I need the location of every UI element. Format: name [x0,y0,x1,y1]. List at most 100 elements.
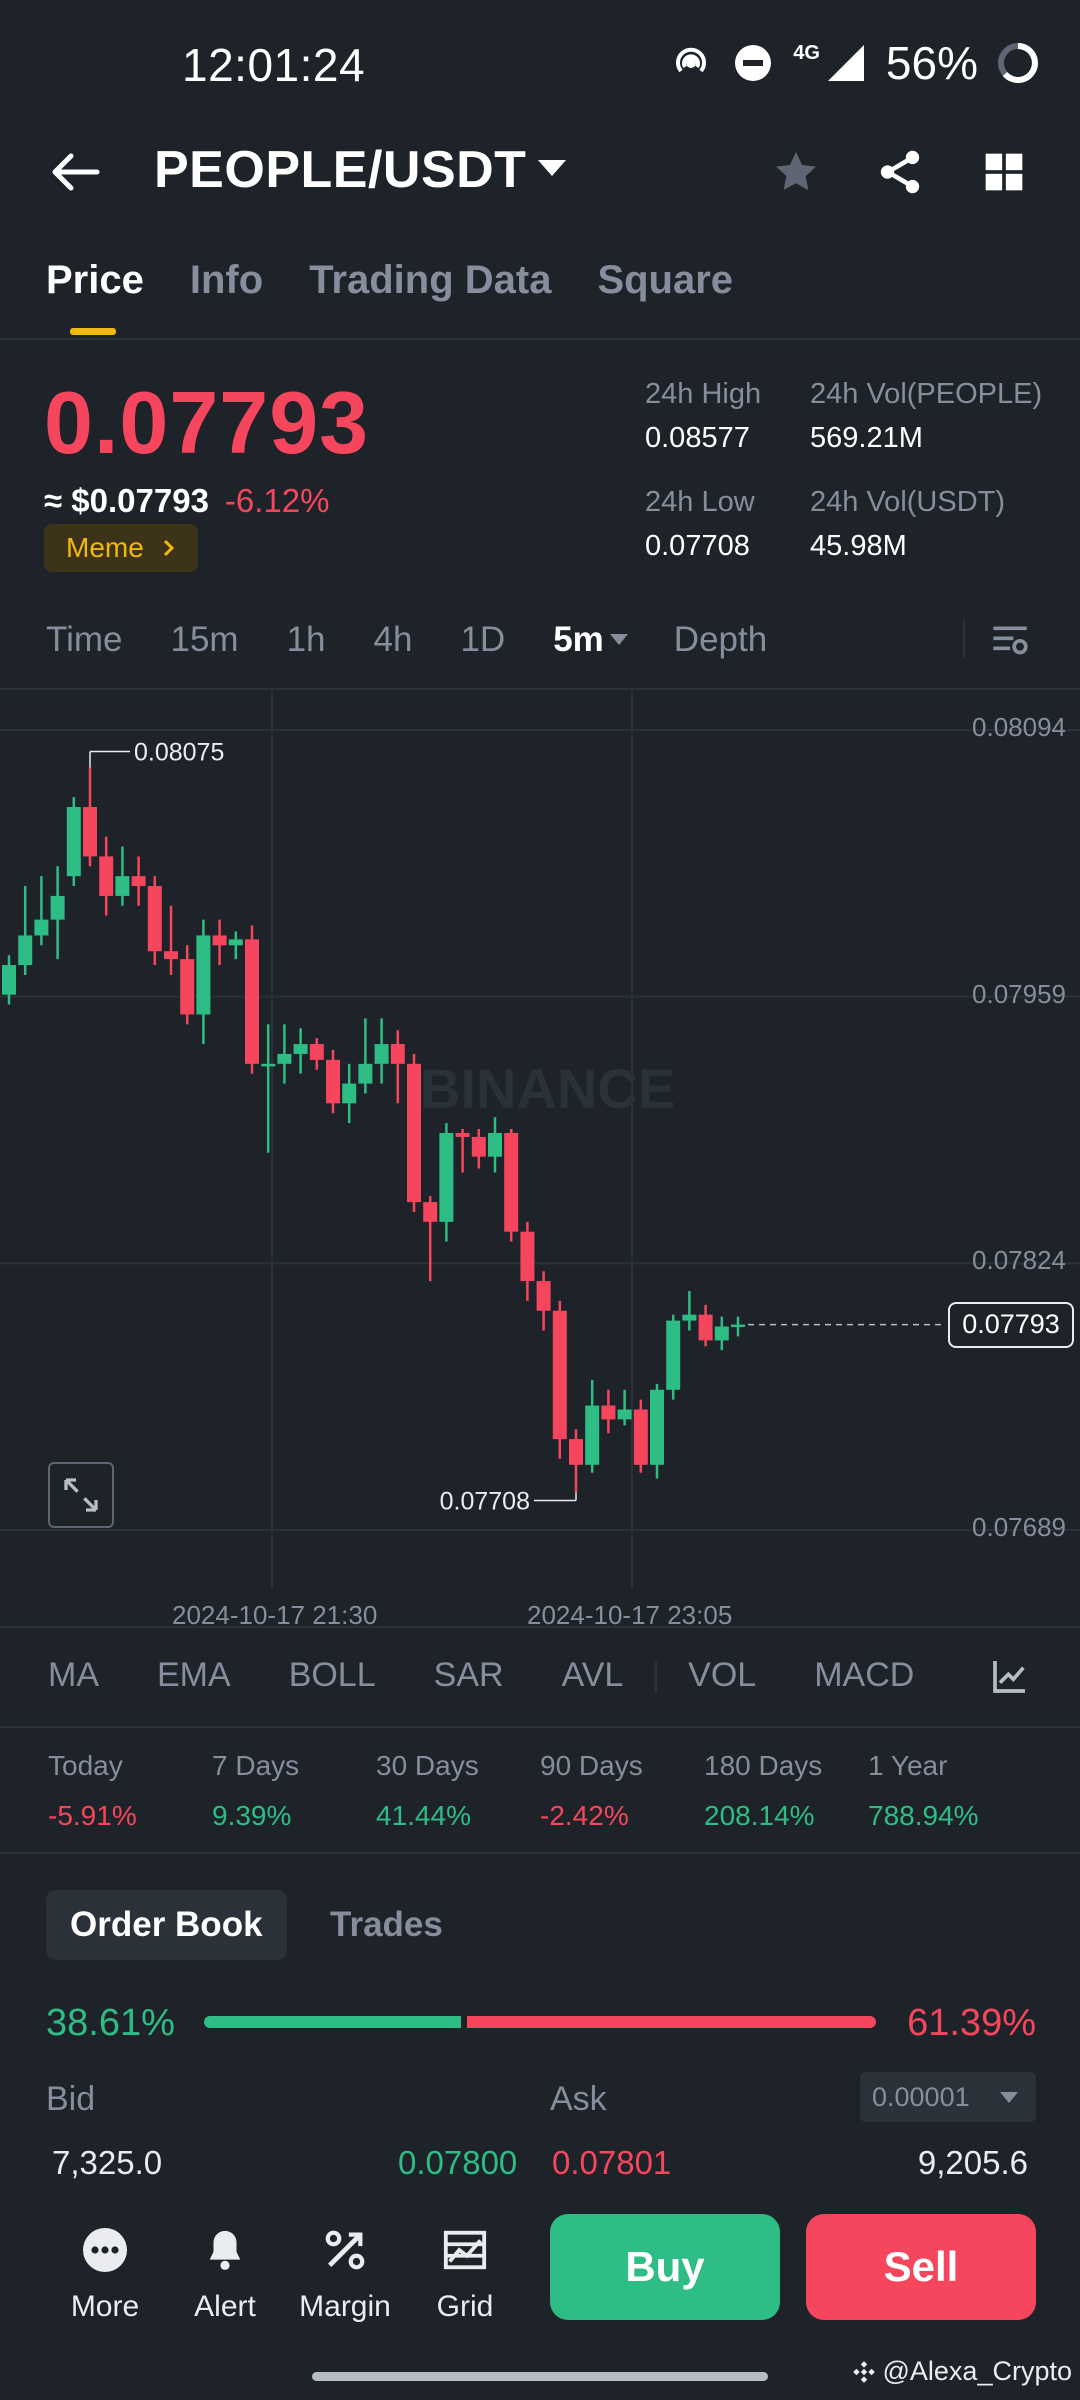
nav-grid[interactable]: Grid [410,2222,520,2324]
perf-label: 1 Year [868,1750,948,1781]
home-indicator[interactable] [312,2372,768,2381]
tab-square[interactable]: Square [597,258,733,303]
indicator-ema[interactable]: EMA [157,1656,231,1695]
top-tabs: Price Info Trading Data Square [46,258,733,303]
interval-5m[interactable]: 5m [553,620,604,660]
tab-price[interactable]: Price [46,258,144,303]
divider [963,620,965,658]
interval-4h[interactable]: 4h [374,620,413,660]
share-button[interactable] [868,140,932,204]
interval-depth[interactable]: Depth [674,620,767,660]
nav-margin[interactable]: Margin [290,2222,400,2324]
candle-body [714,1326,729,1341]
chart-watermark: BINANCE [420,1057,675,1120]
indicator-vol[interactable]: VOL [688,1656,756,1695]
meme-tag[interactable]: Meme [44,524,198,572]
candle-body [261,1063,276,1067]
price-axis-label: 0.07959 [972,978,1066,1009]
nav-alert[interactable]: Alert [170,2222,280,2324]
grid-icon [985,153,1023,191]
candle-body [326,1059,340,1104]
candle-body [471,1136,486,1157]
status-icons: 4G 56% [669,36,1040,90]
candle-body [504,1132,519,1232]
candle-body [601,1405,616,1420]
nav-more[interactable]: More [50,2222,160,2324]
low-value: 0.07708 [645,530,750,562]
candle-body [83,807,97,857]
expand-icon [64,1478,98,1512]
perf-label: 180 Days [704,1750,823,1781]
candle-body [407,1063,421,1203]
candle-body [358,1063,373,1084]
bid-ratio-bar [204,2016,462,2028]
indicator-settings-button[interactable] [990,1656,1030,1701]
perf-value: -2.42% [540,1800,629,1831]
candle-body [50,895,65,920]
tag-label: Meme [66,532,144,563]
low-marker-label: 0.07708 [440,1487,530,1515]
high-label: 24h High [645,378,762,410]
bid-price[interactable]: 0.07800 [398,2144,517,2182]
back-button[interactable] [42,138,110,206]
indicator-sar[interactable]: SAR [434,1656,504,1695]
perf-label: 90 Days [540,1750,643,1781]
divider [0,1626,1080,1628]
interval-caret-icon[interactable] [610,634,628,645]
tab-trading-data[interactable]: Trading Data [309,258,551,303]
caret-down-icon[interactable] [538,160,566,176]
margin-icon [317,2222,373,2278]
perf-value: 41.44% [376,1800,471,1831]
tab-info[interactable]: Info [190,258,263,303]
last-price: 0.07793 [44,373,370,472]
buy-button[interactable]: Buy [550,2214,780,2320]
divider [0,338,1080,340]
chart-settings-button[interactable] [990,620,1030,665]
high-value: 0.08577 [645,422,750,454]
candle-body [2,965,16,995]
perf-30d: 30 Days 41.44% [376,1750,479,1832]
indicator-ma[interactable]: MA [48,1656,99,1695]
vol-quote-value: 45.98M [810,530,907,562]
tab-trades[interactable]: Trades [330,1905,443,1945]
status-time: 12:01:24 [182,39,366,91]
vol-base-label: 24h Vol(PEOPLE) [810,378,1043,410]
back-arrow-icon [52,153,100,191]
interval-time[interactable]: Time [46,620,122,660]
perf-value: 208.14% [704,1800,815,1831]
indicator-macd[interactable]: MACD [814,1656,914,1695]
precision-select[interactable]: 0.00001 [860,2072,1036,2122]
candle-body [698,1314,713,1341]
interval-1d[interactable]: 1D [460,620,505,660]
indicator-avl[interactable]: AVL [562,1656,624,1695]
layout-button[interactable] [972,140,1036,204]
more-icon [77,2222,133,2278]
indicator-boll[interactable]: BOLL [289,1656,376,1695]
fullscreen-button[interactable] [48,1462,114,1528]
interval-15m[interactable]: 15m [170,620,238,660]
perf-180d: 180 Days 208.14% [704,1750,822,1832]
candle-body [115,876,130,896]
bell-icon [197,2222,253,2278]
pair-title[interactable]: PEOPLE/USDT [154,140,526,200]
candle-body [666,1320,681,1390]
candle-body [196,935,211,1015]
candle-body [682,1314,697,1321]
interval-1h[interactable]: 1h [287,620,326,660]
ask-price[interactable]: 0.07801 [552,2144,671,2182]
favorite-button[interactable] [764,140,828,204]
candlestick-chart[interactable]: BINANCE 0.08075 0.07708 [0,688,1080,1628]
candle-body [342,1083,357,1104]
divider: | [651,1656,661,1694]
sell-button[interactable]: Sell [806,2214,1036,2320]
candle-body [66,807,81,877]
tab-order-book[interactable]: Order Book [46,1890,287,1960]
nav-label: Alert [194,2290,256,2323]
usd-price-line: ≈ $0.07793 -6.12% [44,482,329,520]
candle-body [34,919,49,936]
active-tab-indicator [70,328,116,335]
candle-body [245,939,259,1064]
current-price-label: 0.07793 [948,1301,1074,1348]
candle-body [423,1202,438,1222]
price-change: -6.12% [224,482,330,519]
